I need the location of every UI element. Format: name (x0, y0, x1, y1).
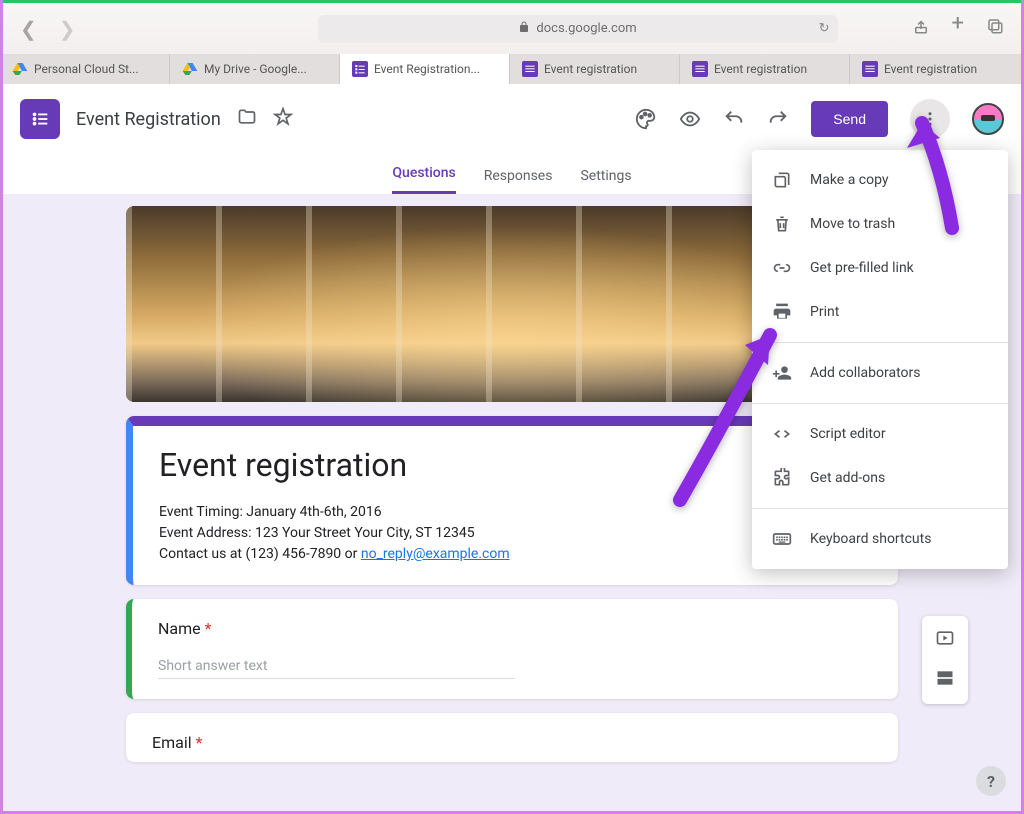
tab-responses[interactable]: Responses (484, 168, 553, 194)
lock-icon (518, 21, 530, 37)
forms-icon (352, 61, 368, 77)
forms-icon (862, 61, 878, 77)
folder-icon[interactable] (237, 107, 257, 131)
browser-chrome: ❮ ❯ docs.google.com ↻ + (0, 0, 1024, 54)
side-toolbar (922, 616, 968, 704)
browser-tab[interactable]: Event registration (510, 54, 680, 84)
undo-icon[interactable] (723, 108, 745, 130)
annotation-arrow (902, 108, 982, 242)
browser-tab[interactable]: Event Registration... (340, 54, 510, 84)
tab-questions[interactable]: Questions (392, 165, 455, 194)
app-header: Event Registration Send (0, 84, 1024, 154)
back-button[interactable]: ❮ (20, 17, 37, 41)
browser-tab[interactable]: Personal Cloud St... (0, 54, 170, 84)
theme-icon[interactable] (635, 108, 657, 130)
add-video-icon[interactable] (935, 628, 955, 652)
menu-item-keyboard-shortcuts[interactable]: Keyboard shortcuts (752, 517, 1008, 561)
question-card[interactable]: Email * (126, 713, 898, 762)
annotation-arrow (660, 310, 800, 514)
required-star: * (205, 619, 212, 638)
link-icon (772, 258, 792, 278)
menu-item-prefilled-link[interactable]: Get pre-filled link (752, 246, 1008, 290)
forward-button[interactable]: ❯ (59, 17, 76, 41)
new-tab-icon[interactable]: + (952, 17, 964, 40)
star-icon[interactable] (273, 107, 293, 131)
redo-icon[interactable] (767, 108, 789, 130)
question-card[interactable]: Name * Short answer text (126, 599, 898, 699)
question-label: Name * (158, 619, 872, 638)
browser-tab[interactable]: My Drive - Google... (170, 54, 340, 84)
required-star: * (196, 733, 203, 752)
keyboard-icon (772, 529, 792, 549)
copy-icon (772, 170, 792, 190)
drive-icon (182, 61, 198, 77)
browser-tab[interactable]: Event registration (850, 54, 1024, 84)
tab-settings[interactable]: Settings (580, 168, 631, 194)
drive-icon (12, 61, 28, 77)
reload-button[interactable]: ↻ (819, 21, 830, 36)
forms-logo[interactable] (20, 99, 60, 139)
add-section-icon[interactable] (935, 668, 955, 692)
tabs-overview-icon[interactable] (986, 17, 1004, 40)
trash-icon (772, 214, 792, 234)
help-button[interactable]: ? (976, 766, 1006, 796)
doc-title[interactable]: Event Registration (76, 109, 221, 130)
browser-tab-strip: Personal Cloud St... My Drive - Google..… (0, 54, 1024, 84)
send-button[interactable]: Send (811, 101, 888, 137)
share-icon[interactable] (912, 17, 930, 40)
preview-icon[interactable] (679, 108, 701, 130)
question-label: Email * (152, 733, 872, 752)
forms-icon (692, 61, 708, 77)
forms-icon (522, 61, 538, 77)
address-bar[interactable]: docs.google.com ↻ (318, 15, 838, 43)
answer-placeholder[interactable]: Short answer text (158, 658, 515, 679)
url-text: docs.google.com (536, 21, 636, 36)
browser-tab[interactable]: Event registration (680, 54, 850, 84)
contact-email-link[interactable]: no_reply@example.com (361, 546, 510, 562)
